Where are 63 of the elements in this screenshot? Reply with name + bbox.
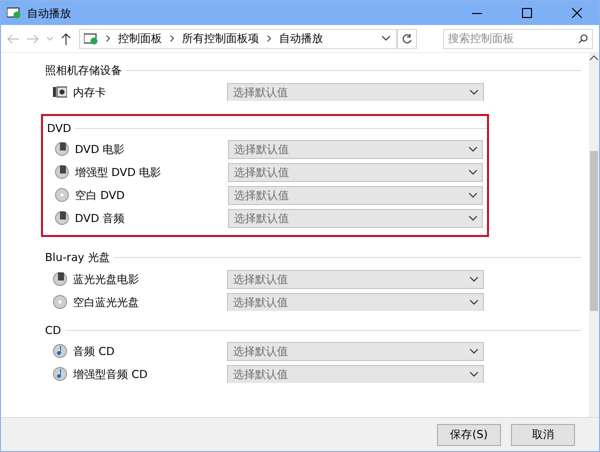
default-action-dropdown[interactable]: 选择默认值 [227,292,484,311]
default-action-dropdown[interactable]: 选择默认值 [228,186,483,204]
section-title: DVD [47,122,72,135]
default-action-dropdown[interactable]: 选择默认值 [227,364,484,383]
maximize-icon[interactable] [522,8,532,18]
caret-icon [468,192,477,198]
caret-icon [468,170,477,174]
section-title: CD [45,324,62,337]
media-label: DVD 音频 [74,210,126,226]
section-title: 照相机存储设备 [45,63,122,78]
control-panel-icon [7,7,21,19]
media-label: 增强型音频 CD [73,366,149,382]
section-title: Blu-ray 光盘 [45,250,110,265]
default-action-dropdown[interactable]: 选择默认值 [227,82,484,101]
media-label: 蓝光光盘电影 [73,272,140,286]
control-panel-icon [84,32,98,44]
cancel-button[interactable]: 取消 [511,424,575,446]
disc-icon [55,142,69,156]
minimize-icon[interactable] [472,12,482,14]
save-button[interactable]: 保存(S) [437,424,501,446]
up-arrow-icon[interactable] [61,32,71,44]
caret-icon [468,146,477,152]
media-label: 空白蓝光光盘 [73,294,140,310]
media-label: 空白 DVD [74,188,126,202]
caret-icon [468,216,477,220]
window-title: 自动播放 [27,6,72,20]
chevron-icon [106,35,110,42]
caret-icon [470,348,478,354]
chevron-icon [267,35,271,42]
breadcrumb-item[interactable]: 控制面板 [118,31,162,46]
refresh-button[interactable] [397,28,417,48]
default-action-dropdown[interactable]: 选择默认值 [228,208,483,228]
blank-disc-icon [53,295,67,309]
default-action-dropdown[interactable]: 选择默认值 [228,140,483,158]
search-field[interactable]: 搜索控制面板 [443,28,593,48]
blank-disc-icon [55,188,69,202]
breadcrumb-item[interactable]: 所有控制面板项 [182,31,259,46]
caret-icon [470,372,478,376]
chevron-icon [170,35,174,42]
scroll-up-icon[interactable] [590,55,598,61]
media-label: 音频 CD [73,344,116,358]
search-icon [578,34,588,44]
caret-icon [470,300,478,304]
refresh-icon [402,34,412,44]
address-bar[interactable]: 控制面板 所有控制面板项 自动播放 [79,28,397,48]
scrollbar-thumb[interactable] [590,151,598,311]
media-label: 增强型 DVD 电影 [74,164,162,180]
default-action-dropdown[interactable]: 选择默认值 [228,162,483,182]
memory-card-icon [53,85,67,99]
disc-icon [55,165,69,179]
breadcrumb-item[interactable]: 自动播放 [279,31,323,46]
dropdown-caret-icon[interactable] [382,36,390,41]
disc-icon [55,211,69,225]
media-label: DVD 电影 [74,142,126,156]
default-action-dropdown[interactable]: 选择默认值 [227,270,484,288]
close-icon[interactable] [572,8,582,18]
default-action-dropdown[interactable]: 选择默认值 [227,342,484,360]
media-label: 内存卡 [73,84,107,100]
music-disc-icon [53,367,67,381]
disc-icon [53,272,67,286]
music-disc-icon [53,344,67,358]
caret-icon [470,276,478,282]
caret-icon [470,90,478,94]
